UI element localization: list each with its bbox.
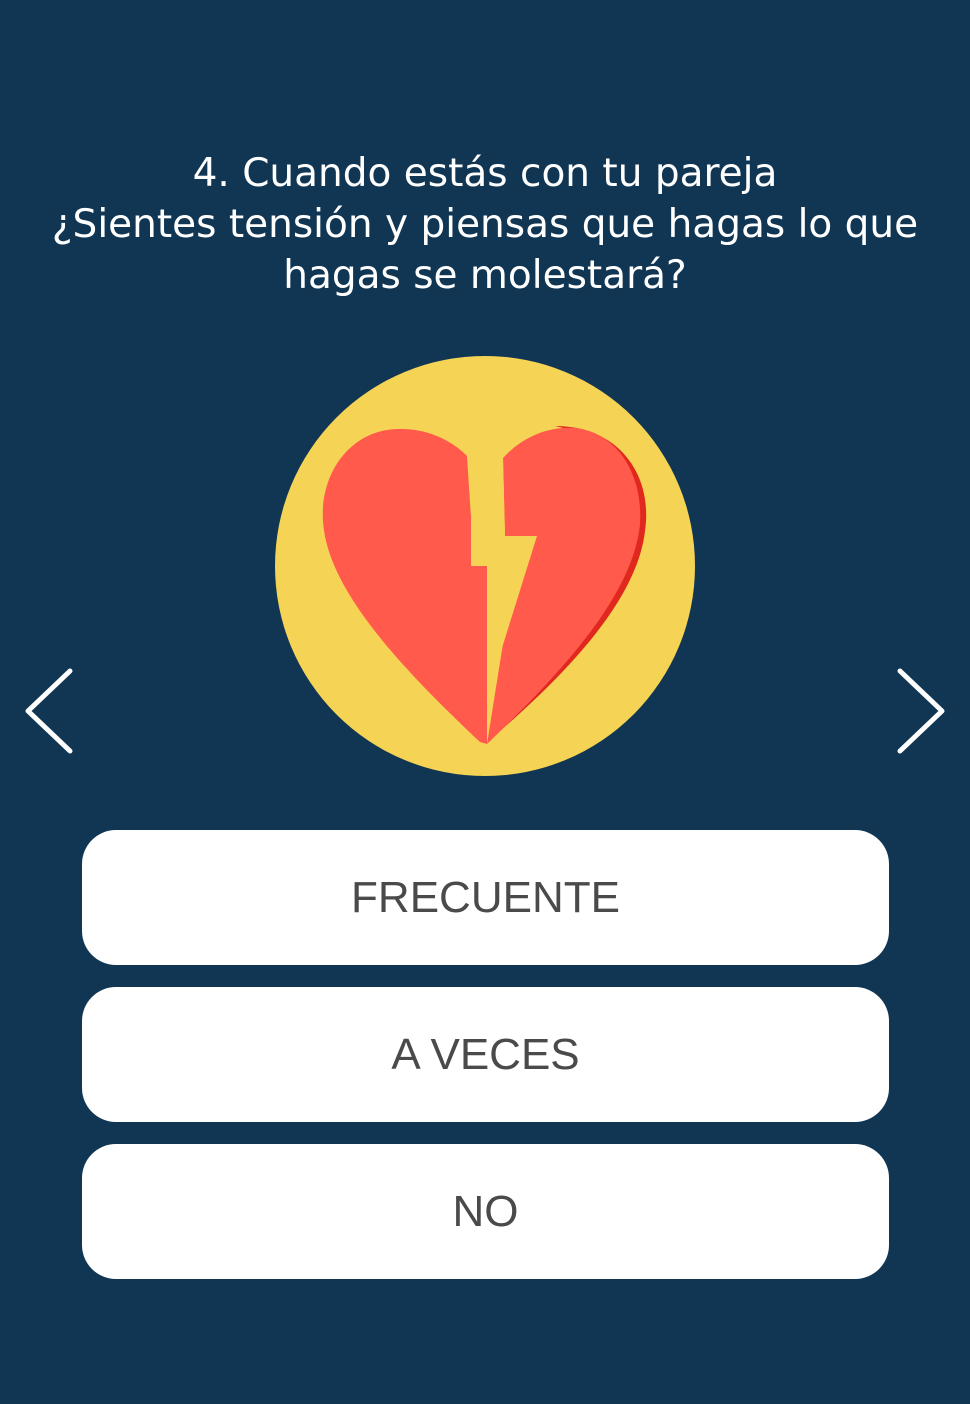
chevron-right-icon	[897, 668, 945, 754]
question-line: 4. Cuando estás con tu pareja	[192, 151, 778, 196]
broken-heart-icon	[275, 356, 695, 776]
chevron-left-icon	[25, 668, 73, 754]
answer-label: A VECES	[391, 1029, 580, 1079]
question-line: ¿Sientes tensión y piensas que hagas lo …	[51, 202, 919, 247]
answer-label: NO	[452, 1186, 519, 1236]
question-text: 4. Cuando estás con tu pareja ¿Sientes t…	[20, 148, 950, 301]
answer-a-veces-button[interactable]: A VECES	[82, 987, 889, 1122]
question-line: hagas se molestará?	[283, 253, 687, 298]
answer-label: FRECUENTE	[351, 872, 620, 922]
answer-options: FRECUENTE A VECES NO	[82, 830, 889, 1279]
next-button[interactable]	[890, 665, 950, 757]
broken-heart-illustration	[275, 356, 695, 776]
previous-button[interactable]	[20, 665, 80, 757]
answer-no-button[interactable]: NO	[82, 1144, 889, 1279]
answer-frecuente-button[interactable]: FRECUENTE	[82, 830, 889, 965]
